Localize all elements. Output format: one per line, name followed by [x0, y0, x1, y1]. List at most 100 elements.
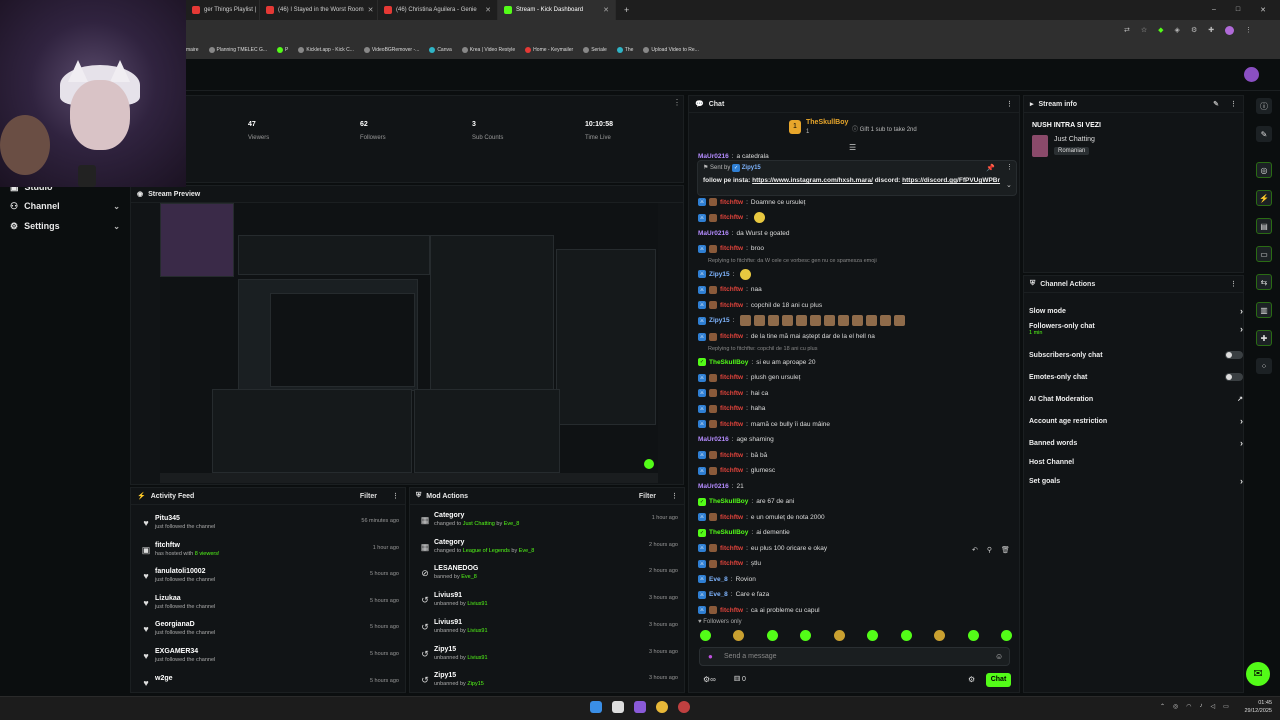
- chat-message[interactable]: ⚔ Eve_8: Care e faza: [698, 589, 769, 601]
- chat-username[interactable]: fitchftw: [720, 199, 743, 206]
- chat-message[interactable]: ⚔ Eve_8: Rovion: [698, 573, 756, 585]
- bookmark[interactable]: VideoBGRemover -...: [363, 46, 419, 53]
- more-icon[interactable]: ⋮: [673, 98, 681, 107]
- expand-icon[interactable]: ☰: [849, 143, 856, 152]
- mod-action-row[interactable]: ↺ Zipy15 unbanned by Livius91 3 hours ag…: [416, 646, 686, 672]
- network-icon[interactable]: ◎: [1173, 703, 1178, 710]
- chat-username[interactable]: MaUr0216: [698, 436, 729, 443]
- profile-avatar[interactable]: [1225, 26, 1235, 35]
- chat-message[interactable]: ⚔ fitchftw: copchil de 18 ani cu plus: [698, 299, 822, 311]
- quick-emote[interactable]: [766, 630, 778, 641]
- close-tab-icon[interactable]: ✕: [603, 6, 609, 14]
- search-icon[interactable]: [612, 701, 624, 713]
- mod-action-row[interactable]: ↺ Livius91 unbanned by Livius91 3 hours …: [416, 592, 686, 618]
- more-icon[interactable]: ⋮: [392, 492, 399, 500]
- chat-message[interactable]: ⚔ fitchftw: mamă ce bully îi dau mâine: [698, 418, 830, 430]
- clip-icon[interactable]: ▥: [1256, 302, 1272, 318]
- chat-message[interactable]: MaUr0216: a catedrala: [698, 150, 769, 162]
- chat-icon[interactable]: ▭: [1256, 246, 1272, 262]
- activity-feed-row[interactable]: ♥ Lizukaa just followed the channel 5 ho…: [137, 595, 407, 621]
- link-icon[interactable]: ⇆: [1256, 274, 1272, 290]
- star-icon[interactable]: ☆: [1141, 26, 1147, 35]
- bookmark[interactable]: Upload Video to Re...: [643, 46, 699, 53]
- toggle-switch[interactable]: [1225, 373, 1243, 381]
- chat-username[interactable]: fitchftw: [720, 245, 743, 252]
- chat-message[interactable]: ⚔ fitchftw: naa: [698, 284, 762, 296]
- chat-message[interactable]: MaUr0216: da Wurst e goated: [698, 227, 790, 239]
- chat-message[interactable]: ⚔ fitchftw: e un omuleț de nota 2000: [698, 511, 825, 523]
- chat-input[interactable]: ● Send a message ☺: [699, 647, 1010, 666]
- channel-action-emotes-only-chat[interactable]: Emotes-only chat: [1029, 370, 1243, 384]
- new-tab-button[interactable]: +: [616, 5, 629, 15]
- quick-emote[interactable]: [867, 630, 879, 641]
- chat-username[interactable]: TheSkullBoy: [709, 529, 748, 536]
- wrench-icon[interactable]: ✚: [1256, 330, 1272, 346]
- chat-username[interactable]: Eve_8: [709, 591, 728, 598]
- quick-emote[interactable]: [934, 630, 946, 641]
- battery-icon[interactable]: ▭: [1223, 703, 1229, 710]
- chat-username[interactable]: MaUr0216: [698, 483, 729, 490]
- channel-action-host-channel[interactable]: Host Channel: [1029, 455, 1243, 469]
- volume-icon[interactable]: ◁: [1211, 703, 1216, 710]
- chat-username[interactable]: fitchftw: [720, 452, 743, 459]
- stream-preview-video[interactable]: [160, 203, 658, 483]
- menu-icon[interactable]: ⋮: [1245, 26, 1252, 35]
- maximize-button[interactable]: □: [1236, 6, 1240, 14]
- sidebar-item-channel[interactable]: ⚇ Channel ⌄: [0, 197, 128, 215]
- pinned-message[interactable]: ⚑ Sent by ✓ Zipy15 follow pe insta: http…: [697, 160, 1017, 196]
- activity-feed-row[interactable]: ♥ EXGAMER34 just followed the channel 5 …: [137, 648, 407, 674]
- send-chat-button[interactable]: Chat: [986, 673, 1011, 687]
- bookmark[interactable]: Planning TMELEC G...: [208, 46, 267, 53]
- minimize-button[interactable]: –: [1212, 6, 1216, 14]
- chat-username[interactable]: Zipy15: [709, 271, 730, 278]
- emote[interactable]: [880, 315, 892, 326]
- windows-start-icon[interactable]: [590, 701, 602, 713]
- chat-bubble-button[interactable]: ✉: [1246, 662, 1270, 686]
- edit-icon[interactable]: ✎: [1213, 100, 1219, 108]
- quick-emote[interactable]: [733, 630, 745, 641]
- chat-username[interactable]: fitchftw: [720, 514, 743, 521]
- bookmark[interactable]: Home - Keymailer: [525, 46, 573, 53]
- close-tab-icon[interactable]: ✕: [485, 6, 491, 14]
- quick-emote[interactable]: [967, 630, 979, 641]
- channel-action-ai-chat-moderation[interactable]: AI Chat Moderation ↗: [1029, 392, 1243, 406]
- chat-username[interactable]: TheSkullBoy: [709, 359, 748, 366]
- quick-emote[interactable]: [1000, 630, 1012, 641]
- chat-username[interactable]: fitchftw: [720, 286, 743, 293]
- browser-tab[interactable]: (46) I Stayed in the Worst Room ✕: [260, 0, 378, 20]
- bookmark[interactable]: The: [616, 46, 633, 53]
- chat-username[interactable]: fitchftw: [720, 607, 743, 614]
- activity-feed-row[interactable]: ♥ fanulatoli10002 just followed the chan…: [137, 568, 407, 594]
- bolt-icon[interactable]: ⚡: [1256, 190, 1272, 206]
- pencil-icon[interactable]: ✎: [1256, 126, 1272, 142]
- mic-icon[interactable]: ●: [708, 652, 713, 661]
- more-icon[interactable]: ⋮: [1230, 280, 1237, 288]
- clipboard-icon[interactable]: ▤: [1256, 218, 1272, 234]
- chat-message[interactable]: ⚔ fitchftw: broo: [698, 243, 764, 255]
- chat-username[interactable]: fitchftw: [720, 405, 743, 412]
- more-icon[interactable]: ⋮: [671, 492, 678, 500]
- mod-action-row[interactable]: ↺ Zipy15 unbanned by Zipy15 3 hours ago: [416, 672, 686, 698]
- chat-username[interactable]: fitchftw: [720, 214, 743, 221]
- chat-message[interactable]: ⚔ fitchftw:: [698, 212, 765, 224]
- translate-icon[interactable]: ⇄: [1124, 26, 1130, 35]
- channel-action-banned-words[interactable]: Banned words ›: [1029, 436, 1243, 450]
- emote[interactable]: [782, 315, 794, 326]
- chat-message[interactable]: ⚔ Zipy15:: [698, 315, 906, 327]
- more-icon[interactable]: ⋮: [1006, 163, 1013, 171]
- instagram-link[interactable]: https://www.instagram.com/hxsh.mara/: [752, 177, 873, 184]
- mic-icon[interactable]: ♪: [1200, 703, 1203, 710]
- chat-message[interactable]: ⚔ fitchftw: eu plus 100 oricare e okay: [698, 542, 827, 554]
- activity-feed-row[interactable]: ▣ fitchftw has hosted with 8 viewers! 1 …: [137, 542, 407, 568]
- emote[interactable]: [866, 315, 878, 326]
- reply-reference[interactable]: Replying to fitchftw: copchil de 18 ani …: [708, 346, 817, 352]
- close-tab-icon[interactable]: ✕: [368, 6, 374, 14]
- puzzle-icon[interactable]: ✚: [1208, 26, 1214, 35]
- channel-action-set-goals[interactable]: Set goals ›: [1029, 474, 1243, 488]
- chat-message[interactable]: ⚔ fitchftw: bă bă: [698, 449, 767, 461]
- browser-tab[interactable]: (46) Christina Aguilera - Genie ✕: [378, 0, 498, 20]
- channel-action-slow-mode[interactable]: Slow mode ›: [1029, 304, 1243, 318]
- chat-username[interactable]: Zipy15: [709, 317, 730, 324]
- chat-message[interactable]: ⚔ fitchftw: Doamne ce ursuleț: [698, 196, 805, 208]
- chat-message[interactable]: ⚔ fitchftw: ștlu: [698, 558, 761, 570]
